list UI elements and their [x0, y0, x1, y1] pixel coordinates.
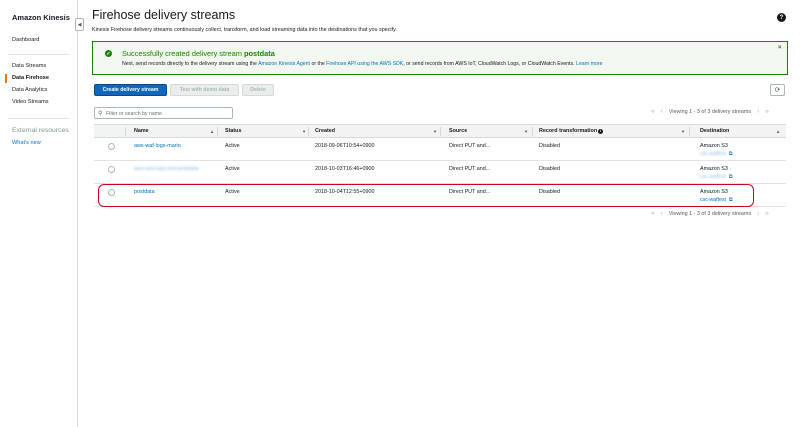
- external-link-icon[interactable]: ⧉: [729, 151, 733, 157]
- sidebar: Amazon Kinesis Dashboard Data Streams Da…: [0, 0, 78, 427]
- sidebar-item-dashboard[interactable]: Dashboard: [12, 37, 39, 43]
- sidebar-section-external-resources: External resources: [12, 127, 69, 134]
- flash-title: Successfully created delivery stream pos…: [122, 49, 275, 58]
- destination-bucket-link[interactable]: csc-waffest ⧉: [700, 174, 733, 181]
- info-icon[interactable]: i: [598, 128, 604, 134]
- sidebar-item-data-streams[interactable]: Data Streams: [12, 63, 46, 69]
- page-description: Kinesis Firehose delivery streams contin…: [92, 27, 397, 33]
- bucket-name[interactable]: csc-waffest: [700, 151, 726, 157]
- filter-box[interactable]: ⚲: [94, 107, 233, 119]
- firehose-api-link[interactable]: Firehose API using the AWS SDK: [326, 61, 403, 67]
- created-cell: 2018-09-06T10:54+0900: [315, 143, 375, 149]
- flash-stream-name: postdata: [244, 49, 275, 58]
- sort-desc-icon[interactable]: ▼: [302, 129, 306, 134]
- stream-name-link[interactable]: aws-waf-logs-mario: [134, 143, 181, 149]
- source-cell: Direct PUT and...: [449, 166, 491, 172]
- learn-more-link[interactable]: Learn more: [576, 61, 603, 67]
- column-header-created[interactable]: Created: [315, 128, 335, 134]
- flash-body-text: or the: [311, 61, 325, 67]
- bucket-name[interactable]: csc-waffest: [700, 174, 726, 180]
- test-with-demo-data-button[interactable]: Test with demo data: [170, 84, 239, 96]
- flash-body: Next, send records directly to the deliv…: [122, 61, 603, 67]
- column-header-name[interactable]: Name: [134, 128, 149, 134]
- created-cell: 2018-10-03T16:46+0900: [315, 166, 375, 172]
- success-check-icon: ✓: [105, 50, 112, 57]
- sidebar-title: Amazon Kinesis: [12, 13, 70, 22]
- sort-desc-icon[interactable]: ▼: [681, 129, 685, 134]
- stream-name-link[interactable]: aws-waf-logs-test-postdata: [134, 166, 198, 172]
- transformation-cell: Disabled: [539, 143, 560, 149]
- last-page-icon[interactable]: »: [765, 108, 769, 115]
- transformation-cell: Disabled: [539, 166, 560, 172]
- page-title: Firehose delivery streams: [92, 8, 236, 22]
- flash-body-text: Next, send records directly to the deliv…: [122, 61, 257, 67]
- sort-desc-icon[interactable]: ▼: [524, 129, 528, 134]
- pagination-top: « ‹ Viewing 1 - 3 of 3 delivery streams …: [651, 108, 769, 115]
- refresh-icon: ⟳: [774, 87, 781, 94]
- prev-page-icon[interactable]: ‹: [661, 108, 663, 115]
- sidebar-divider: [8, 54, 70, 55]
- table-row[interactable]: aws-waf-logs-mario Active 2018-09-06T10:…: [94, 138, 786, 161]
- column-separator: [125, 127, 126, 136]
- sidebar-item-video-streams[interactable]: Video Streams: [12, 99, 49, 105]
- column-separator: [532, 127, 533, 136]
- first-page-icon[interactable]: «: [651, 108, 655, 115]
- column-header-source[interactable]: Source: [449, 128, 467, 134]
- column-separator: [217, 127, 218, 136]
- prev-page-icon[interactable]: ‹: [661, 210, 663, 217]
- sidebar-collapse-button[interactable]: ◀: [75, 18, 84, 31]
- flash-title-text: Successfully created delivery stream: [122, 49, 242, 58]
- row-select-radio[interactable]: [108, 166, 115, 173]
- column-separator: [440, 127, 441, 136]
- close-icon[interactable]: ×: [778, 45, 782, 51]
- destination-bucket-link[interactable]: csc-waffest ⧉: [700, 151, 733, 158]
- filter-input[interactable]: [106, 109, 230, 118]
- sort-desc-icon[interactable]: ▼: [433, 129, 437, 134]
- create-delivery-stream-button[interactable]: Create delivery stream: [94, 84, 167, 96]
- column-separator: [689, 127, 690, 136]
- flash-body-text: , or send records from AWS IoT, CloudWat…: [403, 61, 575, 67]
- pagination-bottom: « ‹ Viewing 1 - 3 of 3 delivery streams …: [651, 210, 769, 217]
- highlight-annotation: [98, 184, 754, 207]
- sort-asc-icon[interactable]: ▲: [210, 129, 214, 134]
- kinesis-agent-link[interactable]: Amazon Kinesis Agent: [258, 61, 310, 67]
- row-select-radio[interactable]: [108, 143, 115, 150]
- chevron-left-icon: ◀: [77, 21, 82, 28]
- column-header-record-transformation-label: Record transformation: [539, 128, 598, 134]
- delete-button[interactable]: Delete: [242, 84, 274, 96]
- source-cell: Direct PUT and...: [449, 143, 491, 149]
- destination-cell: Amazon S3: [700, 143, 728, 149]
- status-cell: Active: [225, 166, 240, 172]
- table-header: Name ▲ Status ▼ Created ▼ Source ▼ Recor…: [94, 124, 786, 138]
- column-header-status[interactable]: Status: [225, 128, 241, 134]
- column-header-destination[interactable]: Destination: [700, 128, 729, 134]
- pagination-text: Viewing 1 - 3 of 3 delivery streams: [668, 108, 752, 115]
- sidebar-item-data-firehose[interactable]: Data Firehose: [12, 75, 49, 81]
- sort-asc-icon[interactable]: ▲: [776, 129, 780, 134]
- destination-cell: Amazon S3: [700, 166, 728, 172]
- sidebar-divider: [8, 118, 70, 119]
- next-page-icon[interactable]: ›: [757, 108, 759, 115]
- first-page-icon[interactable]: «: [651, 210, 655, 217]
- sidebar-active-indicator: [5, 74, 7, 83]
- table-row[interactable]: aws-waf-logs-test-postdata Active 2018-1…: [94, 161, 786, 184]
- refresh-button[interactable]: ⟳: [770, 84, 785, 96]
- sidebar-item-whats-new[interactable]: What's new: [12, 140, 41, 146]
- help-icon[interactable]: ?: [777, 13, 786, 22]
- column-header-record-transformation: Record transformation i: [539, 128, 604, 134]
- next-page-icon[interactable]: ›: [757, 210, 759, 217]
- status-cell: Active: [225, 143, 240, 149]
- last-page-icon[interactable]: »: [765, 210, 769, 217]
- sidebar-item-data-analytics[interactable]: Data Analytics: [12, 87, 47, 93]
- pagination-text: Viewing 1 - 3 of 3 delivery streams: [668, 210, 752, 217]
- search-icon: ⚲: [98, 111, 103, 117]
- success-flashbar: ✓ Successfully created delivery stream p…: [92, 41, 788, 75]
- external-link-icon[interactable]: ⧉: [729, 174, 733, 180]
- column-separator: [308, 127, 309, 136]
